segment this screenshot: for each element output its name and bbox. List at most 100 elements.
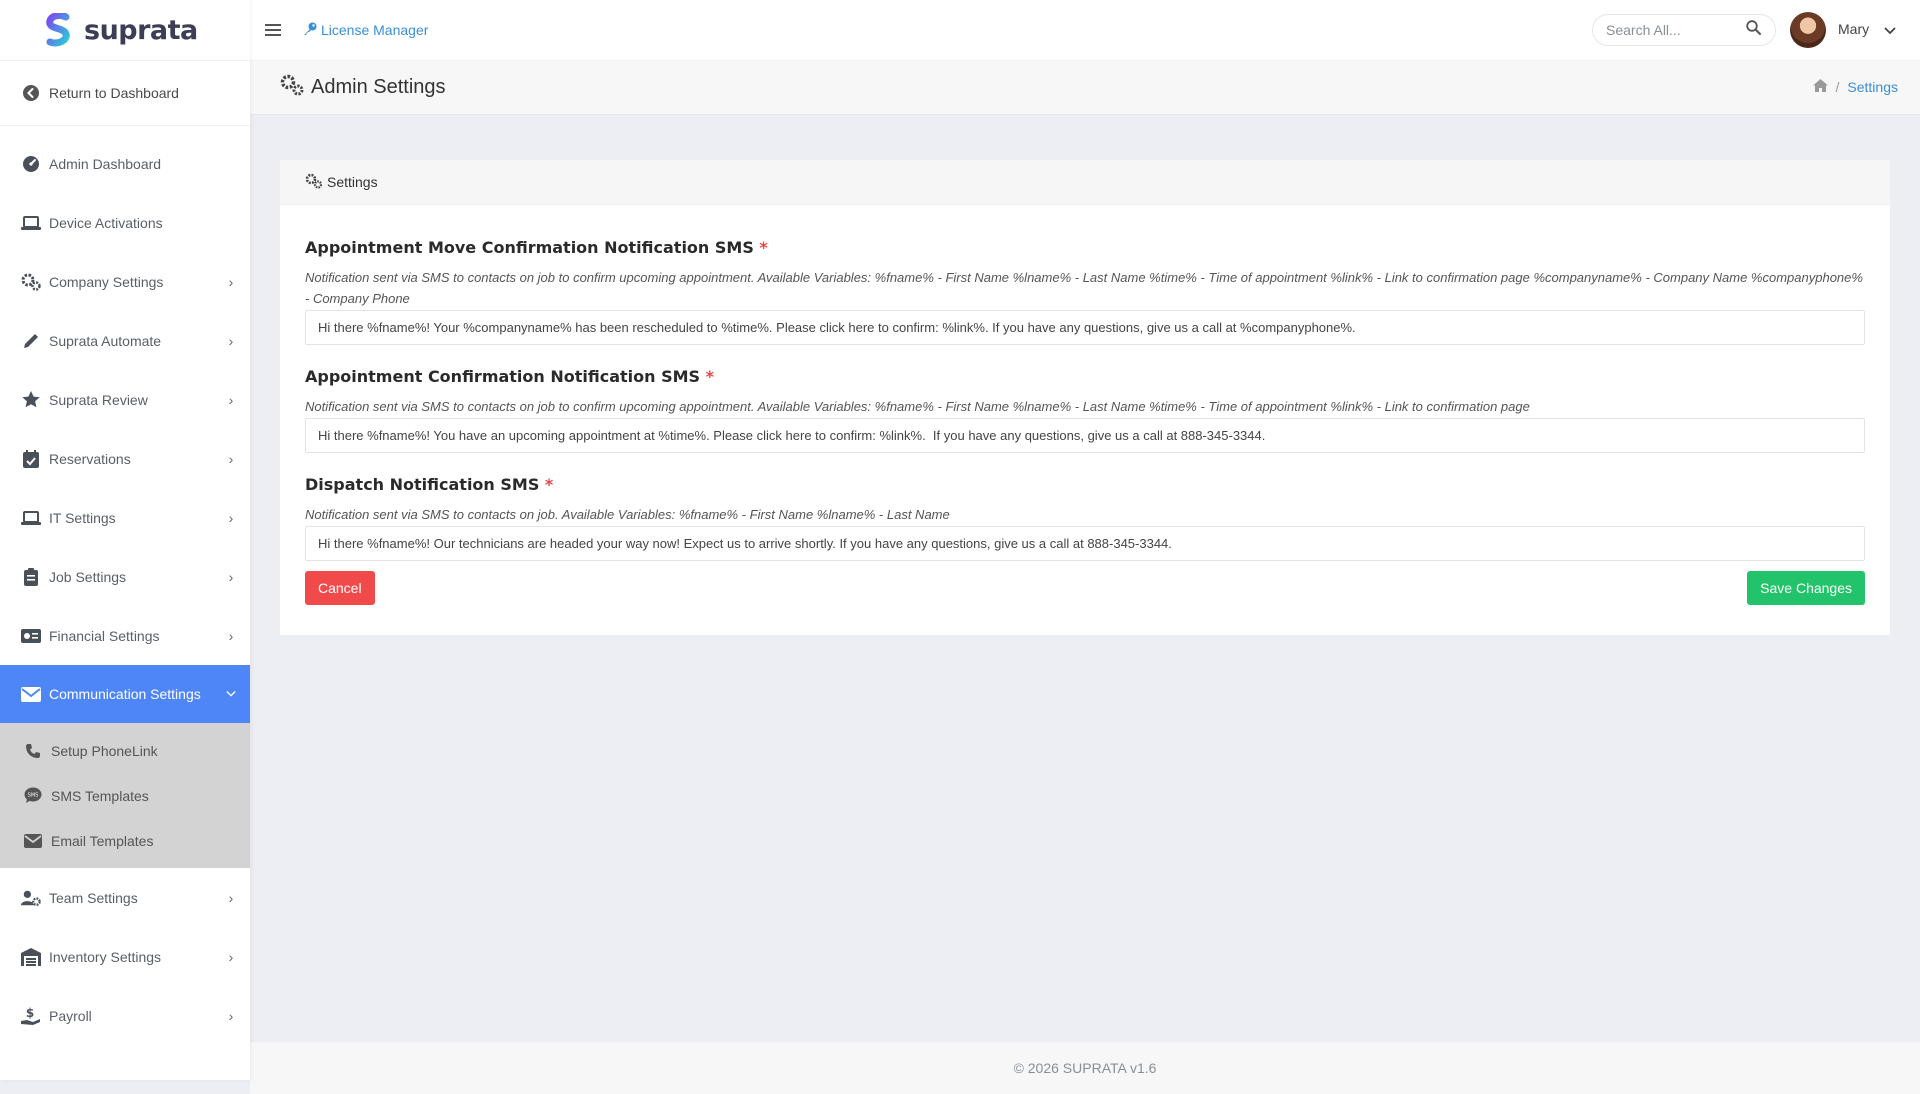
gears-icon — [280, 74, 304, 102]
sidebar-item-job-settings[interactable]: Job Settings › — [0, 547, 250, 606]
chevron-down-icon[interactable] — [1884, 22, 1896, 40]
menu-toggle-icon[interactable] — [265, 24, 281, 36]
required-marker: * — [544, 475, 554, 494]
chevron-right-icon: › — [228, 391, 234, 408]
chevron-right-icon: › — [228, 1007, 234, 1024]
sidebar-item-label: Reservations — [49, 450, 131, 467]
field-help-text: Notification sent via SMS to contacts on… — [305, 270, 1863, 306]
settings-card: Settings Appointment Move Confirmation N… — [280, 160, 1890, 635]
breadcrumb: / Settings — [1812, 79, 1898, 95]
field-label-text: Dispatch Notification SMS — [305, 475, 540, 494]
chevron-right-icon: › — [228, 568, 234, 585]
sidebar-item-label: Communication Settings — [49, 686, 201, 702]
page-title: Admin Settings — [280, 74, 446, 102]
appointment-move-sms-input[interactable] — [305, 310, 1865, 345]
gears-icon — [305, 173, 323, 192]
sms-icon: SMS — [23, 786, 43, 806]
money-card-icon — [21, 626, 41, 646]
home-icon[interactable] — [1812, 79, 1828, 95]
sidebar-item-payroll[interactable]: $ Payroll › — [0, 986, 250, 1045]
sidebar: suprata Return to Dashboard Admin Dashbo… — [0, 0, 250, 1080]
laptop-icon — [21, 508, 41, 528]
gears-icon — [21, 272, 41, 292]
sidebar-item-label: Inventory Settings — [49, 948, 162, 965]
chevron-right-icon: › — [228, 273, 234, 290]
svg-text:SMS: SMS — [28, 793, 39, 799]
footer: © 2026 SUPRATA v1.6 — [250, 1042, 1920, 1094]
sidebar-item-suprata-automate[interactable]: Suprata Automate › — [0, 311, 250, 370]
dispatch-sms-input[interactable] — [305, 526, 1865, 561]
sidebar-item-admin-dashboard[interactable]: Admin Dashboard — [0, 134, 250, 193]
field-label-text: Appointment Confirmation Notification SM… — [305, 367, 701, 386]
sidebar-item-label: Team Settings — [49, 889, 138, 906]
sidebar-subitem-label: Setup PhoneLink — [51, 742, 158, 759]
sidebar-item-communication-settings[interactable]: Communication Settings — [0, 665, 250, 723]
search-icon[interactable] — [1746, 20, 1761, 40]
breadcrumb-current[interactable]: Settings — [1847, 79, 1898, 95]
chevron-right-icon: › — [228, 332, 234, 349]
breadcrumb-separator: / — [1835, 79, 1840, 95]
field-label: Appointment Confirmation Notification SM… — [305, 367, 1865, 386]
sidebar-item-it-settings[interactable]: IT Settings › — [0, 488, 250, 547]
sidebar-item-reservations[interactable]: Reservations › — [0, 429, 250, 488]
sidebar-item-label: Payroll — [49, 1007, 92, 1024]
field-dispatch-notification: Dispatch Notification SMS * Notification… — [305, 475, 1865, 561]
arrow-left-circle-icon — [21, 83, 41, 103]
user-name[interactable]: Mary — [1838, 21, 1869, 37]
license-manager-label: License Manager — [321, 22, 429, 38]
chevron-right-icon: › — [228, 948, 234, 965]
envelope-icon — [21, 684, 41, 704]
sidebar-bottom-strip — [0, 1080, 250, 1094]
key-icon — [303, 22, 317, 39]
chevron-down-icon — [226, 689, 236, 699]
sidebar-item-suprata-review[interactable]: Suprata Review › — [0, 370, 250, 429]
form-actions: Cancel Save Changes — [305, 571, 1865, 611]
sidebar-item-label: Suprata Review — [49, 391, 148, 408]
cancel-button[interactable]: Cancel — [305, 571, 375, 605]
chevron-right-icon: › — [228, 450, 234, 467]
field-label: Dispatch Notification SMS * — [305, 475, 1865, 494]
star-icon — [21, 390, 41, 410]
return-label: Return to Dashboard — [49, 85, 179, 101]
chevron-right-icon: › — [228, 509, 234, 526]
clipboard-icon — [21, 567, 41, 587]
pencil-icon — [21, 331, 41, 351]
chevron-right-icon: › — [228, 889, 234, 906]
appointment-confirmation-sms-input[interactable] — [305, 418, 1865, 453]
sidebar-item-label: Device Activations — [49, 214, 163, 231]
sidebar-subitem-email-templates[interactable]: Email Templates — [0, 818, 250, 863]
brand-logo[interactable]: suprata — [0, 0, 250, 61]
search-input[interactable] — [1606, 22, 1746, 38]
field-label-text: Appointment Move Confirmation Notificati… — [305, 238, 754, 257]
sidebar-item-inventory-settings[interactable]: Inventory Settings › — [0, 927, 250, 986]
required-marker: * — [705, 367, 715, 386]
sidebar-subitem-sms-templates[interactable]: SMS SMS Templates — [0, 773, 250, 818]
svg-text:$: $ — [26, 1007, 34, 1020]
field-help-text: Notification sent via SMS to contacts on… — [305, 399, 1530, 414]
sidebar-item-label: Company Settings — [49, 273, 164, 290]
calendar-check-icon — [21, 449, 41, 469]
page-title-text: Admin Settings — [311, 76, 446, 98]
footer-copyright: © 2026 SUPRATA v1.6 — [1013, 1060, 1157, 1076]
sidebar-item-label: Financial Settings — [49, 627, 160, 644]
license-manager-link[interactable]: License Manager — [303, 22, 428, 39]
laptop-icon — [21, 213, 41, 233]
card-header: Settings — [280, 160, 1890, 205]
communication-submenu: Setup PhoneLink SMS SMS Templates Email … — [0, 723, 250, 868]
sidebar-item-financial-settings[interactable]: Financial Settings › — [0, 606, 250, 665]
field-appointment-confirmation: Appointment Confirmation Notification SM… — [305, 367, 1865, 453]
return-to-dashboard-link[interactable]: Return to Dashboard — [0, 61, 250, 126]
sidebar-item-label: IT Settings — [49, 509, 116, 526]
sidebar-subitem-setup-phonelink[interactable]: Setup PhoneLink — [0, 728, 250, 773]
card-header-title: Settings — [327, 174, 378, 190]
avatar[interactable] — [1790, 12, 1826, 48]
search-box[interactable] — [1592, 14, 1776, 46]
sidebar-item-label: Admin Dashboard — [49, 155, 162, 172]
sidebar-item-device-activations[interactable]: Device Activations — [0, 193, 250, 252]
sidebar-item-team-settings[interactable]: Team Settings › — [0, 868, 250, 927]
hand-dollar-icon: $ — [21, 1006, 41, 1026]
sidebar-subitem-label: SMS Templates — [51, 787, 149, 804]
sidebar-item-label: Suprata Automate — [49, 332, 162, 349]
save-changes-button[interactable]: Save Changes — [1747, 571, 1865, 605]
sidebar-item-company-settings[interactable]: Company Settings › — [0, 252, 250, 311]
